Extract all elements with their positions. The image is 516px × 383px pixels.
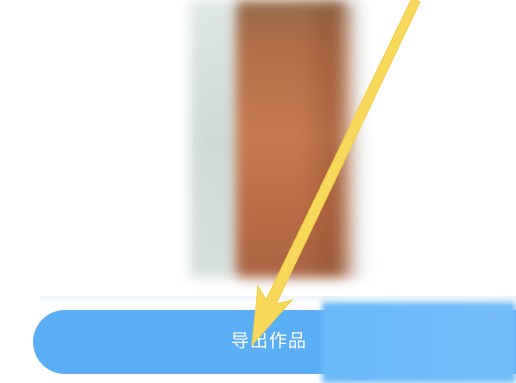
blurred-region (322, 302, 516, 383)
export-work-label: 导出作品 (231, 331, 307, 352)
app-screen: 导出作品 (0, 0, 516, 383)
work-preview-image (190, 0, 365, 278)
